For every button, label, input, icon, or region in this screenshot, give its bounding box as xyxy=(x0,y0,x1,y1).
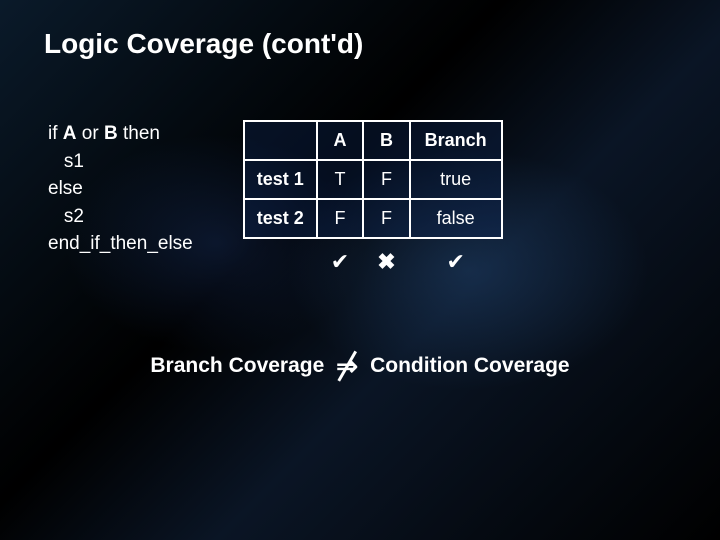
code-l3: else xyxy=(48,178,83,199)
row-label: test 1 xyxy=(244,160,317,199)
cell-branch: false xyxy=(410,199,502,238)
code-var-b: B xyxy=(104,123,118,144)
table-row: test 1 T F true xyxy=(244,160,502,199)
table-row: test 2 F F false xyxy=(244,199,502,238)
cell-a: F xyxy=(317,199,363,238)
code-l1-mid: or xyxy=(77,123,104,144)
slide-title: Logic Coverage (cont'd) xyxy=(44,28,676,60)
th-empty xyxy=(244,121,317,160)
code-l4: s2 xyxy=(48,206,84,227)
mark-empty xyxy=(244,238,317,283)
code-var-a: A xyxy=(63,123,77,144)
check-icon: ✔ xyxy=(410,238,502,283)
cell-b: F xyxy=(363,199,409,238)
row-label: test 2 xyxy=(244,199,317,238)
not-implies-icon: ⇒ xyxy=(334,353,360,379)
conclusion-left: Branch Coverage xyxy=(150,354,324,378)
code-l1-pre: if xyxy=(48,123,63,144)
check-icon: ✔ xyxy=(317,238,363,283)
th-a: A xyxy=(317,121,363,160)
coverage-marks-row: ✔ ✖ ✔ xyxy=(244,238,502,283)
th-branch: Branch xyxy=(410,121,502,160)
cell-a: T xyxy=(317,160,363,199)
cell-b: F xyxy=(363,160,409,199)
table-header-row: A B Branch xyxy=(244,121,502,160)
code-l1-post: then xyxy=(118,123,160,144)
code-l5: end_if_then_else xyxy=(48,233,193,254)
code-l2: s1 xyxy=(48,151,84,172)
coverage-table: A B Branch test 1 T F true test 2 F F fa… xyxy=(243,120,503,283)
cross-icon: ✖ xyxy=(363,238,409,283)
conclusion-right: Condition Coverage xyxy=(370,354,570,378)
cell-branch: true xyxy=(410,160,502,199)
conclusion: Branch Coverage ⇒ Condition Coverage xyxy=(44,353,676,379)
content-row: if A or B then s1 else s2 end_if_then_el… xyxy=(44,120,676,283)
table-wrap: A B Branch test 1 T F true test 2 F F fa… xyxy=(243,120,676,283)
code-block: if A or B then s1 else s2 end_if_then_el… xyxy=(48,120,193,258)
th-b: B xyxy=(363,121,409,160)
